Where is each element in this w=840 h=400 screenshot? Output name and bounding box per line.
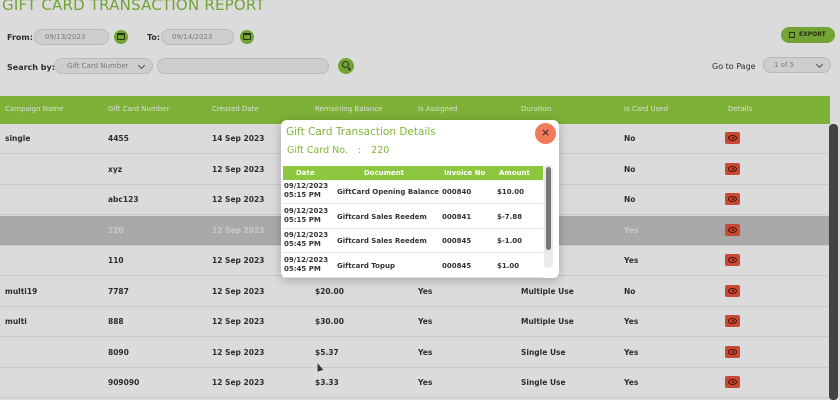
col-date: Date [296, 169, 315, 177]
transaction-amount: $10.00 [497, 188, 525, 196]
transaction-invoice: 000845 [442, 261, 472, 270]
transaction-invoice: 000845 [442, 237, 472, 245]
col-amount: Amount [499, 169, 530, 177]
transaction-amount: $-7.88 [497, 212, 523, 221]
transaction-row: 09/12/2023 05:15 PM GiftCard Opening Bal… [283, 180, 543, 204]
close-icon: × [540, 126, 551, 139]
transaction-document: Giftcard Sales Reedem [337, 212, 427, 221]
transaction-document: GiftCard Opening Balance [337, 188, 439, 196]
transaction-row: 09/12/2023 05:15 PM Giftcard Sales Reede… [283, 205, 543, 229]
transaction-date-time: 05:15 PM [284, 215, 321, 224]
transaction-invoice: 000841 [442, 212, 472, 221]
transaction-details-modal: Gift Card Transaction Details × Gift Car… [281, 120, 559, 278]
gift-card-label: Gift Card No. [287, 145, 348, 156]
transaction-amount: $-1.00 [497, 237, 523, 245]
gift-card-number: 220 [371, 145, 390, 156]
transaction-date-day: 09/12/2023 [284, 206, 329, 215]
transaction-document: Giftcard Sales Reedem [337, 237, 427, 245]
col-document: Document [364, 169, 405, 177]
transaction-date: 09/12/2023 05:15 PM [284, 182, 328, 200]
transaction-document: Giftcard Topup [337, 261, 395, 270]
gift-card-number-line: Gift Card No.:220 [287, 145, 389, 156]
transaction-date-time: 05:45 PM [284, 264, 321, 273]
transaction-date-day: 09/12/2023 [284, 182, 329, 190]
transaction-invoice: 000840 [442, 188, 472, 196]
transaction-date: 09/12/2023 05:45 PM [284, 256, 328, 274]
transaction-date-time: 05:45 PM [284, 240, 321, 248]
col-invoice-no: Invoice No [444, 169, 486, 177]
transaction-row: 09/12/2023 05:45 PM Giftcard Topup 00084… [283, 254, 543, 278]
transaction-date-time: 05:15 PM [284, 191, 321, 199]
modal-scrollbar[interactable] [544, 165, 553, 268]
modal-title: Gift Card Transaction Details [286, 126, 436, 138]
transaction-date: 09/12/2023 05:45 PM [284, 231, 328, 249]
gift-card-colon: : [357, 145, 362, 156]
transaction-row: 09/12/2023 05:45 PM Giftcard Sales Reede… [283, 229, 543, 253]
transaction-date-day: 09/12/2023 [284, 231, 329, 239]
transaction-amount: $1.00 [497, 261, 520, 270]
transactions-header: Date Document Invoice No Amount [283, 166, 543, 180]
transaction-date: 09/12/2023 05:15 PM [284, 207, 328, 225]
close-button[interactable]: × [535, 123, 556, 144]
transaction-date-day: 09/12/2023 [284, 255, 329, 264]
modal-scrollbar-thumb[interactable] [546, 167, 551, 250]
